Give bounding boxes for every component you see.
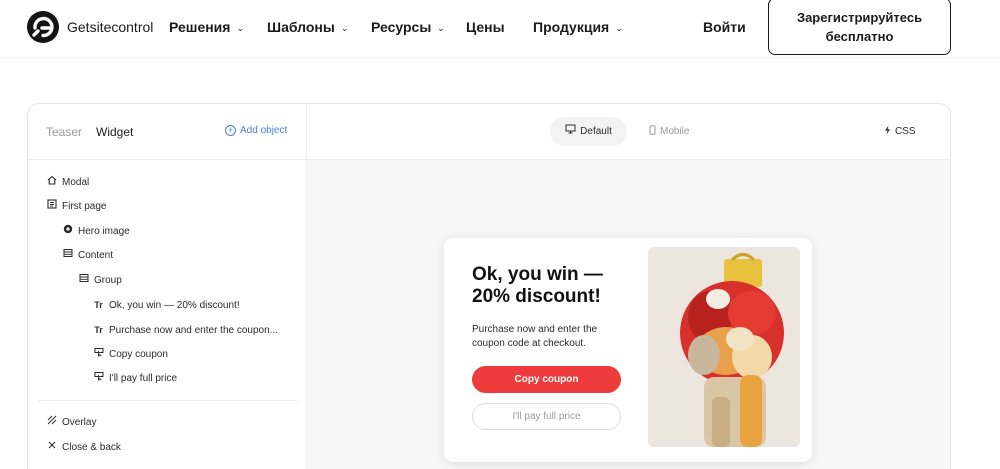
- nav-item-solutions[interactable]: Решения ⌄: [169, 19, 244, 35]
- mode-default-label: Default: [580, 126, 612, 138]
- nav-item-label: Решения: [169, 19, 231, 35]
- tree-item-label: Overlay: [62, 417, 97, 428]
- chevron-down-icon: ⌄: [236, 23, 245, 33]
- tree-item-body-text[interactable]: Tr Purchase now and enter the coupon...: [93, 322, 278, 338]
- chevron-down-icon: ⌄: [340, 23, 349, 33]
- add-object-button[interactable]: + Add object: [225, 125, 287, 136]
- tree-item-content[interactable]: Content: [62, 248, 113, 264]
- tree-item-label: Content: [78, 250, 114, 261]
- sidebar-header: Teaser Widget + Add object: [28, 104, 307, 160]
- plus-circle-icon: +: [225, 125, 236, 136]
- mobile-icon: [649, 125, 656, 138]
- tree-item-group[interactable]: Group: [78, 273, 122, 289]
- copy-coupon-button[interactable]: Copy coupon: [472, 366, 621, 393]
- text-icon: Tr: [94, 300, 103, 310]
- tree-item-label: Close & back: [62, 442, 121, 453]
- mode-mobile-label: Mobile: [660, 126, 690, 138]
- tree-item-label: Hero image: [78, 226, 130, 237]
- tree-divider: [38, 400, 297, 401]
- popup-body-text: Purchase now and enter the coupon code a…: [472, 324, 598, 349]
- nav-item-label: Продукция: [533, 19, 610, 35]
- tree-item-copy-coupon[interactable]: Copy coupon: [93, 347, 168, 363]
- nav-item-products[interactable]: Продукция ⌄: [533, 19, 623, 35]
- css-button[interactable]: CSS: [884, 125, 916, 138]
- tab-teaser[interactable]: Teaser: [46, 125, 82, 139]
- login-link[interactable]: Войти: [703, 19, 746, 35]
- getsitecontrol-logo-icon[interactable]: [27, 11, 59, 43]
- top-navigation: Getsitecontrol Решения ⌄ Шаблоны ⌄ Ресурсы…: [0, 0, 1000, 58]
- popup-title: Ok, you win — 20% discount!: [472, 264, 603, 307]
- overlay-icon: [46, 415, 57, 431]
- tree-item-modal[interactable]: Modal: [46, 175, 89, 191]
- nav-item-label: Ресурсы: [371, 19, 432, 35]
- tree-item-full-price[interactable]: I'll pay full price: [93, 371, 177, 387]
- mode-default-button[interactable]: Default: [550, 117, 627, 146]
- add-object-label: Add object: [240, 125, 288, 136]
- nav-item-label: Цены: [466, 19, 505, 35]
- tree-item-label: Ok, you win — 20% discount!: [109, 300, 240, 311]
- css-label: CSS: [895, 126, 916, 138]
- tree-item-overlay[interactable]: Overlay: [46, 415, 96, 431]
- signup-label-line2: бесплатно: [825, 29, 894, 44]
- image-icon: [62, 224, 73, 240]
- nav-item-resources[interactable]: Ресурсы ⌄: [371, 19, 445, 35]
- brand-name[interactable]: Getsitecontrol: [67, 19, 153, 35]
- tree-item-label: Purchase now and enter the coupon...: [109, 325, 279, 336]
- signup-button[interactable]: Зарегистрируйтесь бесплатно: [768, 0, 951, 55]
- preview-pane: Default Mobile CSS Ok, you win — 20% dis…: [307, 104, 950, 469]
- chevron-down-icon: ⌄: [437, 23, 445, 33]
- preview-canvas: Ok, you win — 20% discount! Purchase now…: [307, 160, 950, 469]
- chevron-down-icon: ⌄: [615, 23, 623, 33]
- signup-label-line1: Зарегистрируйтесь: [796, 10, 923, 25]
- desktop-icon: [565, 117, 576, 146]
- tree-item-label: Modal: [62, 177, 90, 188]
- tree-item-label: Group: [94, 275, 122, 286]
- tree-item-label: Copy coupon: [109, 349, 168, 360]
- close-icon: [46, 440, 57, 456]
- widget-editor: Teaser Widget + Add object Modal First pa…: [27, 103, 951, 469]
- button-icon: [93, 347, 104, 363]
- preview-toolbar: Default Mobile CSS: [307, 104, 950, 160]
- layout-icon: [62, 248, 73, 264]
- tab-widget[interactable]: Widget: [96, 125, 133, 139]
- nav-item-label: Шаблоны: [267, 19, 335, 35]
- structure-sidebar: Teaser Widget + Add object Modal First pa…: [28, 104, 307, 469]
- popup-preview[interactable]: Ok, you win — 20% discount! Purchase now…: [444, 238, 812, 462]
- tree-item-label: First page: [62, 201, 107, 212]
- text-icon: Tr: [94, 325, 103, 335]
- page-icon: [46, 199, 57, 215]
- nav-item-templates[interactable]: Шаблоны ⌄: [267, 19, 348, 35]
- tree-item-label: I'll pay full price: [109, 373, 178, 384]
- lightning-icon: [884, 125, 891, 138]
- clothes-pile-illustration: [648, 247, 800, 447]
- tree-item-hero-image[interactable]: Hero image: [62, 224, 130, 240]
- mode-mobile-button[interactable]: Mobile: [649, 125, 689, 138]
- full-price-button[interactable]: I'll pay full price: [472, 403, 621, 430]
- tree-item-close-back[interactable]: Close & back: [46, 440, 121, 456]
- nav-item-pricing[interactable]: Цены: [466, 19, 505, 35]
- button-icon: [93, 371, 104, 387]
- tree-item-first-page[interactable]: First page: [46, 199, 106, 215]
- tree-item-title-text[interactable]: Tr Ok, you win — 20% discount!: [93, 297, 240, 313]
- group-icon: [78, 273, 89, 289]
- home-icon: [46, 175, 57, 191]
- hero-image: [648, 247, 800, 447]
